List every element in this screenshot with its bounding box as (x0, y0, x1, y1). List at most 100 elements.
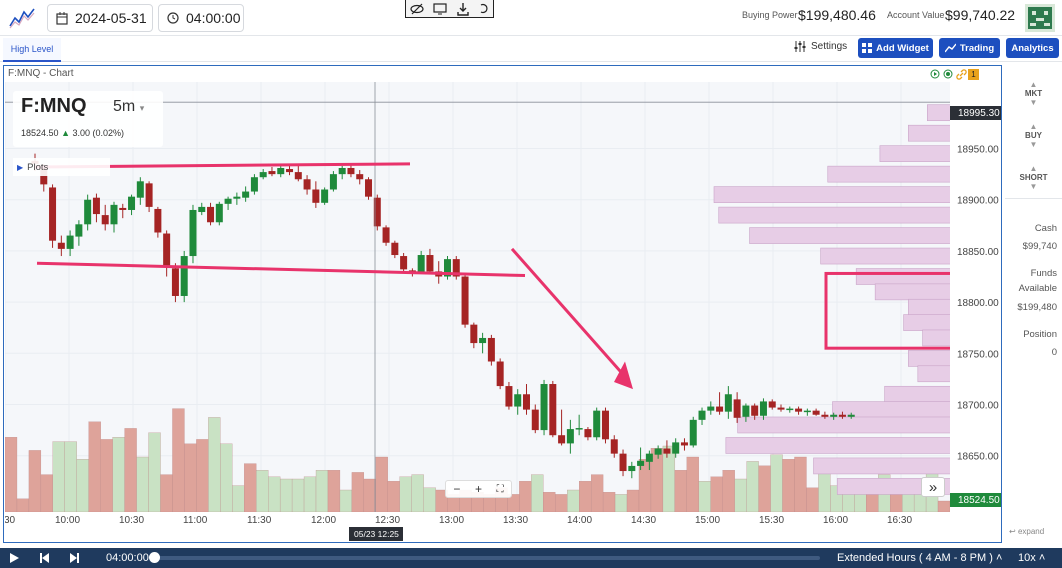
volume-bar (88, 421, 101, 513)
zoom-in-icon[interactable]: + (475, 482, 482, 496)
playback-handle[interactable] (149, 552, 160, 563)
candle-body (830, 414, 838, 417)
volume-bar (782, 459, 795, 513)
add-widget-button[interactable]: Add Widget (858, 38, 933, 58)
clock-icon (167, 12, 179, 24)
volume-bar (602, 492, 616, 513)
candle-body (145, 183, 153, 207)
volume-bar (76, 459, 89, 513)
time-picker[interactable]: 04:00:00 (158, 4, 244, 32)
volume-profile-bar (922, 329, 952, 347)
settings-button[interactable]: Settings (794, 41, 847, 52)
speed-selector[interactable]: 10x ˄ (1018, 552, 1045, 564)
skip-forward-icon[interactable] (70, 553, 79, 563)
volume-bar (626, 489, 640, 513)
candle-body (531, 409, 539, 431)
buy-toggle[interactable]: ▲ BUY ▼ (1005, 122, 1062, 149)
cash-label: Cash (1034, 223, 1057, 234)
hide-icon[interactable] (410, 3, 424, 15)
volume-bar (662, 445, 676, 513)
candle-body (522, 394, 530, 410)
trading-button[interactable]: Trading (939, 38, 1000, 58)
candle-body (92, 197, 100, 215)
plots-toggle[interactable]: ▶ Plots (13, 158, 110, 176)
candle-body (496, 361, 504, 387)
download-icon[interactable] (456, 2, 470, 16)
account-value-value: $99,740.22 (945, 7, 1016, 23)
volume-bar (64, 441, 77, 513)
short-toggle[interactable]: ▲ SHORT ▼ (1005, 164, 1062, 191)
candle-body (268, 171, 276, 175)
candle-body (716, 406, 724, 412)
volume-bar (220, 443, 233, 513)
avatar[interactable] (1025, 4, 1055, 32)
zoom-out-icon[interactable]: − (453, 482, 460, 496)
candle-body (426, 255, 434, 272)
date-picker[interactable]: 2024-05-31 (47, 4, 153, 32)
volume-bar (327, 470, 341, 513)
volume-profile-bar (827, 165, 952, 183)
playback-progress[interactable] (154, 556, 820, 560)
refresh-icon[interactable] (479, 3, 489, 15)
time-value: 04:00:00 (186, 10, 241, 26)
calendar-icon (56, 11, 68, 25)
candle-body (57, 242, 65, 249)
volume-bar (519, 481, 532, 513)
volume-bar (4, 437, 18, 513)
x-axis[interactable]: 30 10:00 10:30 11:00 11:30 12:00 12:30 13:00 13:… (4, 512, 961, 528)
candle-body (321, 189, 329, 203)
candle-body (619, 453, 627, 472)
y-tick-label: 18800.00 (957, 298, 999, 309)
candle-body (233, 196, 241, 199)
y-tick-label: 18650.00 (957, 452, 999, 463)
candle-body (733, 399, 741, 418)
candle-body (479, 337, 487, 344)
candle-body (540, 384, 548, 431)
session-selector[interactable]: Extended Hours ( 4 AM - 8 PM ) ˄ (837, 552, 1002, 564)
volume-bar (40, 474, 53, 513)
play-status-icon[interactable] (930, 69, 940, 79)
tab-high-level[interactable]: High Level (3, 38, 61, 62)
crosshair-time-tag: 05/23 12:25 (349, 527, 403, 541)
playback-time: 04:00:00 (106, 552, 149, 564)
skip-back-icon[interactable] (40, 553, 49, 563)
chevron-up-icon: ˄ (1038, 552, 1046, 564)
candle-body (610, 439, 618, 454)
candle-body (505, 386, 513, 407)
candle-body (566, 429, 574, 444)
candle-body (558, 435, 566, 444)
x-axis-svg: 30 10:00 10:30 11:00 11:30 12:00 12:30 13:00 13:… (4, 515, 961, 526)
link-icon[interactable] (956, 69, 967, 80)
volume-bar (291, 478, 305, 513)
expand-button[interactable]: ↩ expand (1009, 527, 1044, 536)
symbol-label[interactable]: F:MNQ (21, 95, 87, 118)
play-icon[interactable] (10, 553, 19, 563)
candle-body (400, 256, 408, 270)
volume-bar (411, 474, 424, 513)
volume-bar (543, 492, 556, 513)
candle-body (66, 235, 74, 249)
candle-body (821, 414, 829, 417)
chevron-down-icon: ▼ (1029, 182, 1038, 191)
interval-selector[interactable]: 5m ▾ (113, 98, 144, 116)
order-sidebar: ▲ MKT ▼ ▲ BUY ▼ ▲ SHORT ▼ Cash $99,740 F… (1005, 72, 1062, 542)
scroll-to-latest-button[interactable]: » (921, 477, 945, 497)
mkt-toggle[interactable]: ▲ MKT ▼ (1005, 80, 1062, 107)
y-axis[interactable]: 18950.00 18900.00 18850.00 18800.00 18750.00… (950, 82, 1001, 512)
playback-bar: 04:00:00 Extended Hours ( 4 AM - 8 PM ) … (0, 548, 1062, 568)
analytics-button[interactable]: Analytics (1006, 38, 1059, 58)
volume-bar (555, 494, 568, 513)
chevron-up-icon: ▲ (1029, 80, 1038, 89)
position-value: 0 (1051, 347, 1057, 358)
volume-bar (375, 456, 388, 513)
candle-body (601, 410, 609, 440)
volume-bar (710, 476, 723, 513)
candle-body (593, 410, 601, 438)
fit-screen-icon[interactable]: ⛶ (497, 484, 504, 495)
candle-body (189, 209, 197, 257)
chart-logo-icon[interactable] (8, 6, 36, 30)
record-status-icon[interactable] (943, 69, 953, 79)
monitor-icon[interactable] (433, 2, 447, 15)
x-tick-label: 30 (5, 515, 16, 526)
candle-body (470, 324, 478, 344)
